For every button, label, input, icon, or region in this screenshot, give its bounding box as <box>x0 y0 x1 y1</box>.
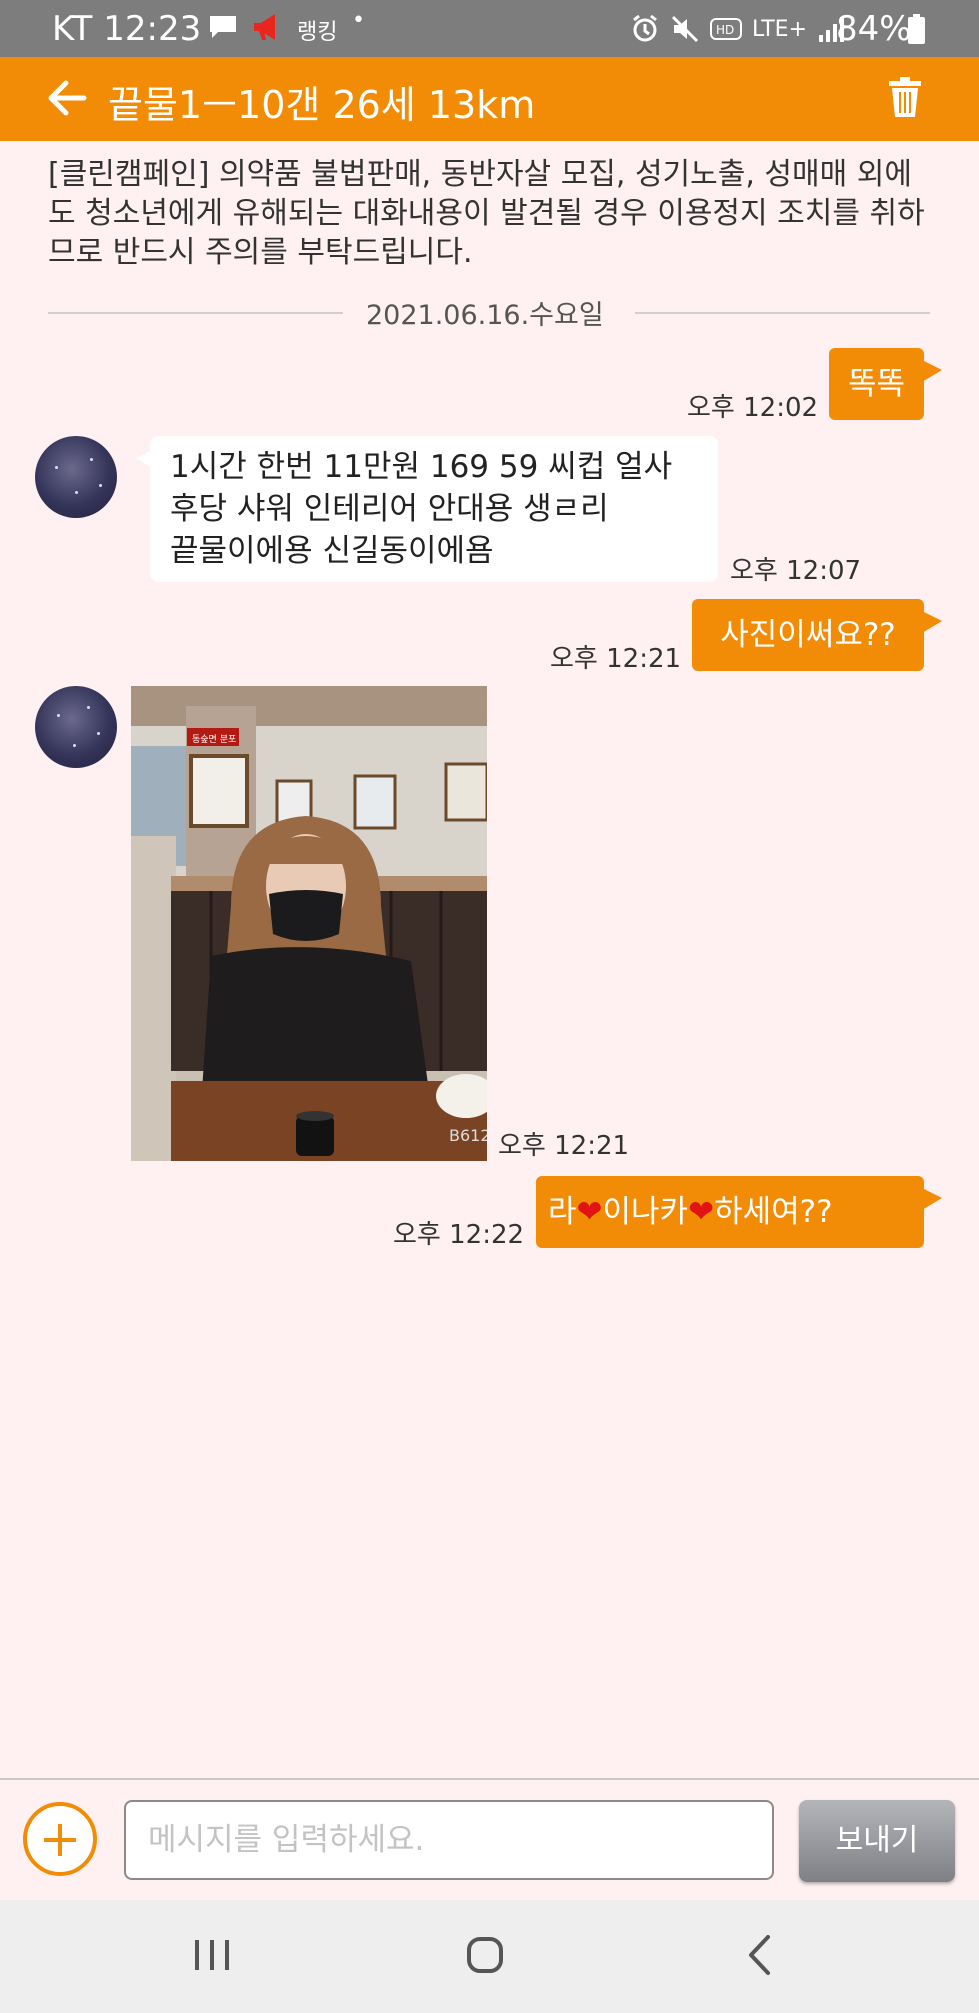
photo-image: 동숲면 분포 B612 <box>131 686 487 1161</box>
trash-icon[interactable] <box>889 77 921 117</box>
alarm-icon <box>633 14 657 42</box>
chat-title: 끝물1ㅡ10갠 26세 13km <box>108 83 536 127</box>
avatar[interactable] <box>35 436 117 518</box>
heart-emoji-icon: ❤ <box>576 1194 603 1230</box>
chat-header: 끝물1ㅡ10갠 26세 13km <box>0 57 979 141</box>
status-bar: KT 12:23 랭킹 • HD LTE+ 84% <box>0 0 979 57</box>
message-time: 오후 12:22 <box>393 1220 525 1250</box>
back-icon[interactable] <box>746 1934 772 1976</box>
outgoing-message-bubble[interactable]: 똑똑 <box>829 348 942 420</box>
photo-watermark: B612 <box>449 1126 487 1145</box>
heart-emoji-icon: ❤ <box>688 1194 715 1230</box>
outgoing-message-bubble[interactable]: 라❤이나카❤하세여?? <box>536 1176 942 1248</box>
message-time: 오후 12:07 <box>730 556 862 586</box>
bubble-tail <box>922 1188 942 1210</box>
photo-sign-text: 동숲면 분포 <box>192 734 236 745</box>
photo-message[interactable]: 동숲면 분포 B612 <box>131 686 487 1161</box>
more-notifications-dot: • <box>352 8 365 33</box>
avatar[interactable] <box>35 686 117 768</box>
battery-percent: 84% <box>836 9 912 49</box>
battery-icon <box>908 14 925 44</box>
incoming-message-bubble[interactable]: 1시간 한번 11만원 169 59 씨컵 얼사 후당 샤워 인테리어 안대용 … <box>136 436 718 582</box>
message-line: 후당 샤워 인테리어 안대용 생ㄹ리 <box>170 491 609 527</box>
message-notification-icon <box>210 16 236 38</box>
ranking-notification: 랭킹 <box>297 20 338 45</box>
message-line: 1시간 한번 11만원 169 59 씨컵 얼사 <box>170 449 673 485</box>
bubble-tail <box>922 360 942 382</box>
megaphone-icon <box>254 14 275 40</box>
message-line: 끝물이에용 신길동이에욤 <box>170 533 494 569</box>
system-nav-bar <box>0 1900 979 2013</box>
message-text: 똑똑 <box>847 366 906 402</box>
svg-text:HD: HD <box>716 23 734 37</box>
message-text-part: 하세여?? <box>714 1194 833 1230</box>
outgoing-message-bubble[interactable]: 사진이써요?? <box>692 599 942 671</box>
bubble-tail <box>922 611 942 633</box>
recent-apps-icon[interactable] <box>192 1938 232 1972</box>
message-time: 오후 12:21 <box>498 1131 630 1161</box>
mute-icon <box>671 15 699 43</box>
message-time: 오후 12:02 <box>687 393 819 423</box>
back-arrow-icon[interactable] <box>44 75 90 121</box>
carrier-time: KT 12:23 <box>52 9 202 49</box>
home-icon[interactable] <box>466 1936 504 1974</box>
hd-voice-icon: HD <box>710 18 742 40</box>
system-icons: HD LTE+ <box>630 11 847 47</box>
clean-campaign-notice: [클린캠페인] 의약품 불법판매, 동반자살 모집, 성기노출, 성매매 외에도… <box>48 157 925 270</box>
message-composer: 보내기 <box>0 1778 979 1902</box>
attach-plus-button[interactable] <box>23 1802 97 1876</box>
divider <box>635 312 930 314</box>
date-label: 2021.06.16.수요일 <box>366 300 604 331</box>
lte-indicator: LTE+ <box>752 16 807 42</box>
message-time: 오후 12:21 <box>550 644 682 674</box>
divider <box>48 312 343 314</box>
message-text: 사진이써요?? <box>720 617 896 653</box>
date-separator: 2021.06.16.수요일 <box>48 293 930 333</box>
message-text-part: 이나카 <box>602 1194 689 1230</box>
message-input[interactable] <box>124 1800 774 1880</box>
message-text-part: 라 <box>548 1194 577 1230</box>
bubble-tail <box>136 450 152 468</box>
send-button[interactable]: 보내기 <box>799 1800 955 1882</box>
